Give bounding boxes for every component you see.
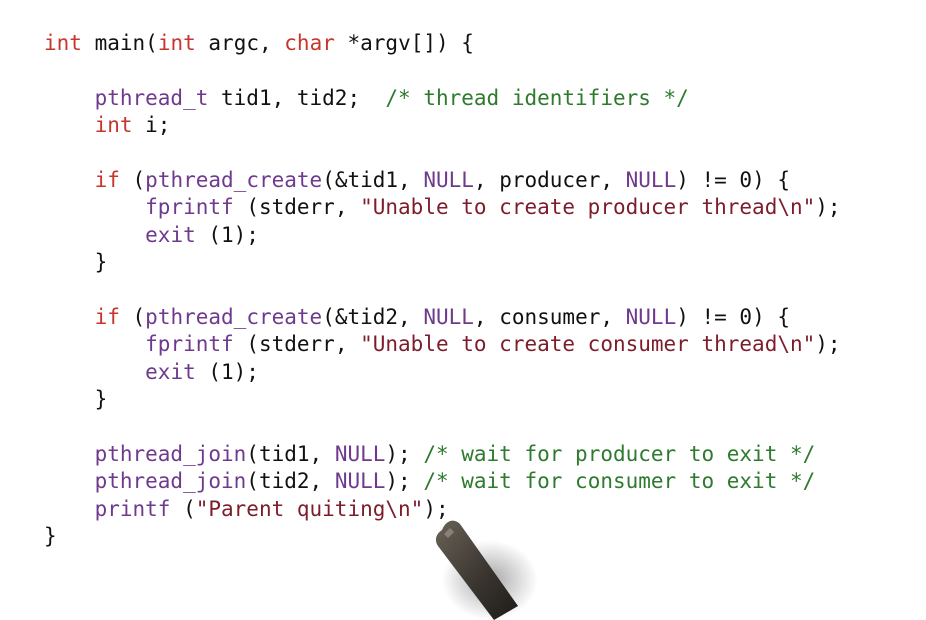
code-token: int bbox=[157, 31, 196, 55]
code-token: pthread_create bbox=[145, 304, 323, 329]
code-token: /* wait for producer to exit */ bbox=[423, 441, 816, 466]
code-line: } bbox=[44, 249, 841, 276]
code-line: } bbox=[44, 523, 841, 550]
code-line: pthread_join(tid2, NULL); /* wait for co… bbox=[44, 468, 841, 495]
code-line: pthread_join(tid1, NULL); /* wait for pr… bbox=[44, 441, 841, 468]
code-token: (stderr, bbox=[233, 195, 361, 220]
code-token: "Unable to create consumer thread\n" bbox=[360, 332, 816, 357]
code-token: } bbox=[44, 387, 108, 412]
code-line: if (pthread_create(&tid1, NULL, producer… bbox=[44, 167, 841, 194]
code-token: (&tid1, bbox=[322, 167, 424, 192]
code-token: NULL bbox=[625, 304, 677, 329]
code-line: fprintf (stderr, "Unable to create consu… bbox=[44, 331, 841, 358]
code-token: "Unable to create producer thread\n" bbox=[360, 195, 816, 220]
code-token: /* wait for consumer to exit */ bbox=[423, 469, 816, 494]
code-token: exit bbox=[145, 222, 196, 247]
code-token: NULL bbox=[334, 441, 386, 466]
code-line: exit (1); bbox=[44, 359, 841, 386]
code-block: int main(int argc, char *argv[]) { pthre… bbox=[44, 30, 841, 550]
code-token: if bbox=[94, 304, 120, 329]
code-token: fprintf bbox=[145, 195, 234, 220]
code-token: (&tid2, bbox=[322, 304, 424, 329]
code-token: /* thread identifiers */ bbox=[385, 85, 689, 110]
code-token: (1); bbox=[195, 222, 259, 247]
code-token: int bbox=[94, 113, 133, 138]
code-token: if bbox=[94, 167, 120, 192]
code-token: NULL bbox=[423, 304, 474, 329]
code-token: , consumer, bbox=[473, 304, 626, 329]
code-token: printf bbox=[94, 496, 171, 521]
code-line: printf ("Parent quiting\n"); bbox=[44, 496, 841, 523]
code-line: fprintf (stderr, "Unable to create produ… bbox=[44, 194, 841, 221]
code-token: (1); bbox=[195, 359, 259, 384]
code-token: ); bbox=[385, 469, 424, 494]
code-token: NULL bbox=[334, 469, 386, 494]
code-token: pthread_create bbox=[145, 167, 323, 192]
code-token: i; bbox=[132, 113, 171, 138]
code-token: (tid2, bbox=[246, 469, 335, 494]
code-token: fprintf bbox=[145, 332, 234, 357]
code-token: tid1, tid2; bbox=[208, 85, 386, 110]
code-token: NULL bbox=[625, 167, 677, 192]
code-token: ); bbox=[815, 195, 841, 220]
code-token: } bbox=[44, 524, 57, 549]
code-line: if (pthread_create(&tid2, NULL, consumer… bbox=[44, 304, 841, 331]
code-line: int i; bbox=[44, 112, 841, 139]
code-token: , producer, bbox=[473, 167, 626, 192]
code-line: int main(int argc, char *argv[]) { bbox=[44, 30, 841, 57]
code-token: } bbox=[44, 250, 108, 275]
code-token: int bbox=[44, 31, 82, 55]
code-token: ( bbox=[170, 496, 196, 521]
code-token: NULL bbox=[423, 167, 474, 192]
code-token: char bbox=[284, 31, 335, 55]
code-token: *argv[]) { bbox=[334, 31, 474, 55]
code-line: exit (1); bbox=[44, 222, 841, 249]
code-line: } bbox=[44, 386, 841, 413]
code-token: pthread_t bbox=[94, 85, 209, 110]
code-line: pthread_t tid1, tid2; /* thread identifi… bbox=[44, 85, 841, 112]
code-token: pthread_join bbox=[94, 469, 247, 494]
code-token: main bbox=[94, 31, 146, 55]
code-token: exit bbox=[145, 359, 196, 384]
code-token: ( bbox=[145, 31, 158, 55]
code-token: (stderr, bbox=[233, 332, 361, 357]
code-token: ); bbox=[815, 332, 841, 357]
code-token: ( bbox=[119, 304, 146, 329]
code-token: (tid1, bbox=[246, 441, 335, 466]
code-token: argc, bbox=[195, 31, 285, 55]
code-token: ) != 0) { bbox=[676, 167, 791, 192]
code-token: ); bbox=[423, 496, 449, 521]
code-token: ( bbox=[119, 167, 146, 192]
code-token: pthread_join bbox=[94, 441, 247, 466]
code-token: "Parent quiting\n" bbox=[195, 496, 424, 521]
code-token: ); bbox=[385, 441, 424, 466]
code-token: ) != 0) { bbox=[676, 304, 791, 329]
